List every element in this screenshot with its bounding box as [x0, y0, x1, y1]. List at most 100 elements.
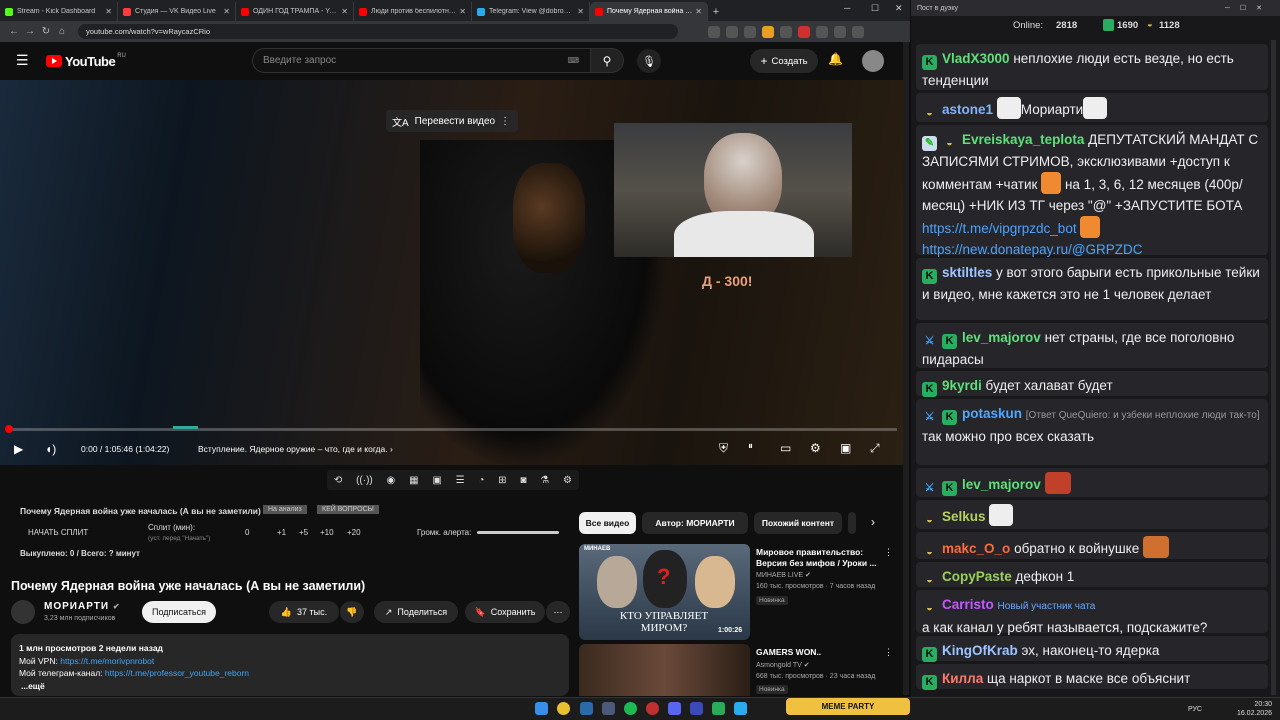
language-indicator[interactable]: РУС	[1188, 705, 1202, 714]
chevron-right-icon[interactable]: ›	[871, 515, 875, 529]
chip-similar[interactable]: Похожий контент	[754, 512, 842, 534]
url-field[interactable]: youtube.com/watch?v=wRaycazCRio	[78, 24, 678, 39]
inc-5-button[interactable]: +5	[299, 528, 308, 537]
close-icon[interactable]: ✕	[695, 7, 702, 16]
screenshot-icon[interactable]: ◙	[520, 475, 526, 486]
close-icon[interactable]: ✕	[459, 7, 466, 16]
speed-icon[interactable]: ◔	[478, 475, 484, 486]
like-button[interactable]: 👍 37 тыс.	[269, 601, 339, 623]
chat-link[interactable]: https://new.donatepay.ru/@GRPZDC	[922, 242, 1143, 257]
vpn-link[interactable]: https://t.me/morivpnrobot	[60, 656, 154, 666]
search-input[interactable]: Введите запрос ⌨	[252, 48, 592, 73]
start-split-button[interactable]: НАЧАТЬ СПЛИТ	[28, 528, 88, 537]
eye-icon[interactable]: ◉	[387, 475, 396, 486]
rec-channel[interactable]: Asmongold TV ✔	[756, 661, 810, 669]
search-button[interactable]: ⚲	[590, 48, 624, 73]
clock-date[interactable]: 16.02.2026	[1237, 709, 1272, 718]
loop-icon[interactable]: ⟲	[334, 475, 342, 486]
more-actions-button[interactable]: ⋯	[546, 601, 570, 623]
flask-icon[interactable]: ⚗	[540, 475, 549, 486]
gear-icon[interactable]: ⚙	[563, 475, 572, 486]
tab-youtube-active[interactable]: Почему Ядерная война уже н✕	[590, 2, 708, 21]
progress-handle[interactable]	[5, 425, 13, 433]
app-icon[interactable]	[690, 702, 703, 715]
puzzle-icon[interactable]	[816, 25, 828, 38]
more-icon[interactable]: ⋮	[884, 647, 893, 658]
menu-icon[interactable]: ☰	[16, 52, 29, 69]
telegram-icon[interactable]	[734, 702, 747, 715]
back-icon[interactable]: ←	[6, 26, 22, 37]
close-icon[interactable]: ✕	[105, 7, 112, 16]
video-player[interactable]: Д - 300! 文A Перевести видео ⋮ ▶ ◖) 0:00 / …	[0, 80, 905, 465]
subtitles-icon[interactable]: ▭	[780, 441, 791, 455]
video-progress-bar[interactable]	[8, 426, 897, 431]
voice-search-button[interactable]: 🎙	[637, 49, 661, 73]
tab-youtube-drones[interactable]: Люди против беспилотник: сек✕	[354, 2, 472, 21]
menu-dots-icon[interactable]	[852, 25, 864, 38]
extension-icon[interactable]	[726, 25, 738, 38]
save-button[interactable]: 🔖 Сохранить	[465, 601, 545, 623]
chat-link[interactable]: https://t.me/vipgrpzdc_bot	[922, 221, 1077, 236]
obs-icon[interactable]	[646, 702, 659, 715]
shield-icon[interactable]: ⛨	[719, 441, 728, 456]
youtube-logo[interactable]: YouTube RU	[46, 53, 126, 69]
audio-icon[interactable]: ((·))	[356, 475, 373, 486]
extension-icon[interactable]	[708, 25, 720, 38]
minimize-icon[interactable]: ─	[844, 3, 850, 13]
chat-scrollbar[interactable]	[1271, 40, 1276, 695]
windows-start-icon[interactable]	[535, 702, 548, 715]
chip-partial[interactable]	[848, 512, 856, 534]
rec-title[interactable]: GAMERS WON..	[756, 647, 886, 658]
tab-vk[interactable]: Студия — VK Видео Live ✕	[118, 2, 236, 21]
channel-avatar[interactable]	[11, 600, 35, 624]
clock-time[interactable]: 20:30	[1237, 700, 1272, 709]
maximize-icon[interactable]: ☐	[871, 3, 879, 14]
reload-icon[interactable]: ↻	[38, 26, 54, 37]
close-icon[interactable]: ✕	[577, 7, 584, 16]
window-controls[interactable]: ─☐✕	[1225, 4, 1272, 12]
play-icon[interactable]: ▶	[14, 442, 23, 456]
extension-icon[interactable]	[798, 25, 810, 38]
rec-channel[interactable]: МИНАЕВ LIVE ✔	[756, 571, 811, 579]
inc-1-button[interactable]: +1	[277, 528, 286, 537]
tab-telegram[interactable]: Telegram: View @dobro_2ch ✕	[472, 2, 590, 21]
autoplay-toggle[interactable]: ⏸	[748, 441, 753, 452]
create-button[interactable]: + Создать	[750, 49, 818, 73]
rec-thumbnail[interactable]: МИНАЕВ ? КТО УПРАВЛЯЕТ МИРОМ? 1:00:26	[579, 544, 750, 640]
bell-icon[interactable]: 🔔	[828, 52, 843, 66]
extension-icon[interactable]	[762, 25, 774, 38]
keyboard-icon[interactable]: ⌨	[567, 56, 579, 65]
extension-icon[interactable]	[780, 25, 792, 38]
star-icon[interactable]	[744, 25, 756, 38]
more-icon[interactable]: ⋮	[500, 116, 510, 127]
steam-icon[interactable]	[602, 702, 615, 715]
volume-icon[interactable]: ◖)	[45, 442, 56, 456]
rec-video[interactable]: GAMERS WON.. Asmongold TV ✔ 668 тыс. про…	[579, 644, 899, 696]
app-icon[interactable]	[580, 702, 593, 715]
playlist-icon[interactable]: ☰	[456, 475, 465, 486]
add-icon[interactable]: ⊞	[498, 475, 506, 486]
miniplayer-icon[interactable]: ▣	[840, 441, 851, 455]
channel-name[interactable]: МОРИАРТИ ✔	[44, 601, 121, 612]
close-window-icon[interactable]: ✕	[895, 3, 903, 14]
more-icon[interactable]: ⋮	[884, 547, 893, 558]
spotify-icon[interactable]	[624, 702, 637, 715]
settings-icon[interactable]: ⚙	[810, 441, 821, 455]
tab-kick[interactable]: Stream - Kick Dashboard ✕	[0, 2, 118, 21]
inc-10-button[interactable]: +10	[320, 528, 334, 537]
rec-video[interactable]: МИНАЕВ ? КТО УПРАВЛЯЕТ МИРОМ? 1:00:26 Ми…	[579, 544, 899, 644]
show-more-button[interactable]: ...ещё	[19, 680, 561, 693]
alert-volume-slider[interactable]	[477, 531, 559, 534]
meme-party-widget[interactable]: MEME PARTY	[786, 698, 910, 715]
close-icon[interactable]: ✕	[341, 7, 348, 16]
app-icon[interactable]	[712, 702, 725, 715]
download-icon[interactable]	[834, 25, 846, 38]
new-tab-button[interactable]: +	[708, 2, 724, 21]
fullscreen-icon[interactable]: ⤢	[870, 441, 880, 456]
chapter-title[interactable]: Вступление. Ядерное оружие – что, где и …	[198, 444, 393, 454]
rec-title[interactable]: Мировое правительство: Версия без мифов …	[756, 547, 886, 569]
subscribe-button[interactable]: Подписаться	[142, 601, 216, 623]
discord-icon[interactable]	[668, 702, 681, 715]
inc-20-button[interactable]: +20	[347, 528, 361, 537]
reply-context[interactable]: [Ответ QueQuiero: и узбеки неплохие люди…	[1026, 410, 1260, 421]
